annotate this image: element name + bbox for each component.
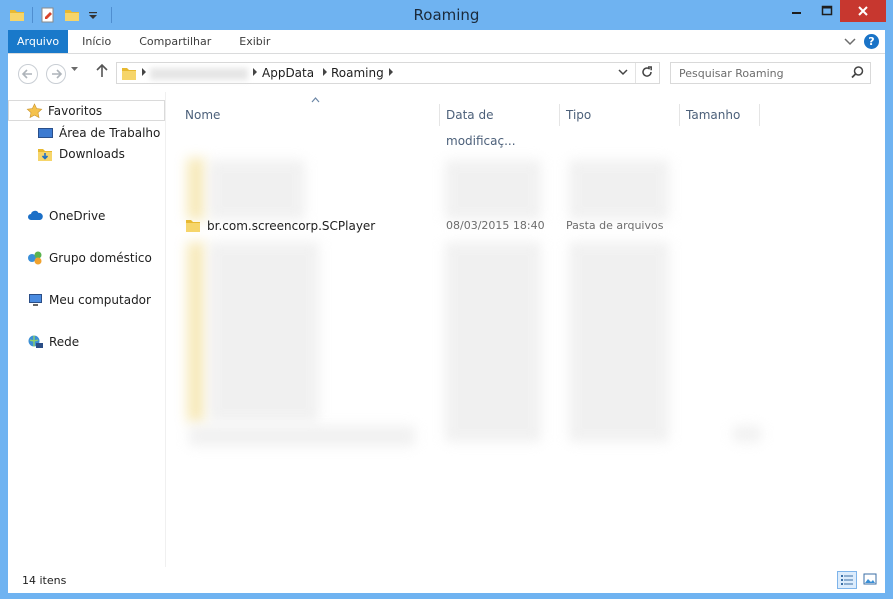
breadcrumb-arrow-icon[interactable]	[388, 67, 394, 79]
maximize-button[interactable]	[814, 0, 840, 22]
star-icon	[26, 102, 43, 119]
help-icon[interactable]: ?	[864, 34, 879, 49]
details-view-button[interactable]	[837, 571, 857, 589]
nav-item-grupo-domestico[interactable]: Grupo doméstico	[27, 247, 152, 268]
search-input[interactable]	[671, 63, 849, 83]
column-header-data[interactable]: Data de modificaç...	[446, 92, 563, 148]
tab-compartilhar[interactable]: Compartilhar	[125, 30, 225, 53]
column-divider[interactable]	[559, 104, 560, 126]
ribbon-controls: ?	[844, 34, 879, 49]
blurred-names	[189, 426, 415, 446]
nav-item-label: Downloads	[59, 146, 125, 161]
nav-item-label: Área de Trabalho	[59, 125, 161, 140]
file-type: Pasta de arquivos	[566, 219, 664, 232]
ribbon-tabs: Arquivo Início Compartilhar Exibir ?	[8, 30, 885, 54]
nav-item-favoritos[interactable]: Favoritos	[8, 100, 165, 121]
forward-button[interactable]	[46, 64, 66, 84]
blurred-names	[209, 160, 305, 220]
blurred-icons	[187, 158, 205, 220]
up-button[interactable]	[95, 62, 109, 84]
search-box[interactable]	[670, 62, 871, 84]
blurred-path-segment	[150, 68, 248, 80]
column-divider[interactable]	[759, 104, 760, 126]
address-dropdown-chevron-icon[interactable]	[617, 66, 629, 81]
column-header-nome[interactable]: Nome	[185, 92, 440, 130]
breadcrumb-roaming[interactable]: Roaming	[331, 66, 384, 80]
status-bar: 14 itens	[8, 567, 885, 593]
window-title: Roaming	[413, 6, 480, 24]
blurred-dates	[445, 242, 541, 442]
large-icons-view-button[interactable]	[861, 571, 881, 589]
navigation-pane: Favoritos Área de Trabalho Downloads One…	[8, 92, 166, 567]
search-icon[interactable]	[850, 65, 865, 83]
blurred-types	[569, 242, 669, 442]
nav-item-label: Grupo doméstico	[49, 250, 152, 265]
downloads-folder-icon	[37, 146, 54, 162]
blurred-names	[209, 242, 319, 422]
nav-item-label: OneDrive	[49, 208, 106, 223]
breadcrumb-appdata[interactable]: AppData	[262, 66, 314, 80]
tab-inicio[interactable]: Início	[68, 30, 125, 53]
column-divider[interactable]	[679, 104, 680, 126]
close-button[interactable]	[840, 0, 886, 22]
tab-exibir[interactable]: Exibir	[225, 30, 284, 53]
breadcrumb-arrow-icon[interactable]	[252, 67, 258, 79]
nav-item-label: Favoritos	[48, 103, 103, 118]
file-list[interactable]: Nome Data de modificaç... Tipo Tamanho b…	[173, 92, 885, 567]
blurred-dates	[445, 160, 541, 220]
minimize-button[interactable]	[780, 0, 814, 22]
nav-item-downloads[interactable]: Downloads	[37, 143, 125, 164]
window-frame: Roaming Arquivo Início Compartilhar Exib…	[0, 0, 893, 599]
item-count: 14 itens	[22, 574, 67, 587]
recent-locations-chevron-icon[interactable]	[70, 65, 79, 75]
computer-icon	[27, 292, 44, 308]
column-divider[interactable]	[439, 104, 440, 126]
column-header-tamanho[interactable]: Tamanho	[686, 92, 766, 130]
expand-ribbon-chevron-icon[interactable]	[844, 35, 856, 49]
nav-item-meu-computador[interactable]: Meu computador	[27, 289, 151, 310]
title-bar[interactable]: Roaming	[0, 0, 893, 30]
nav-item-onedrive[interactable]: OneDrive	[27, 205, 105, 226]
window-client: Arquivo Início Compartilhar Exibir ? App…	[8, 30, 885, 593]
address-row: AppData Roaming	[8, 54, 885, 92]
blurred-types	[569, 160, 669, 220]
nav-item-label: Meu computador	[49, 292, 151, 307]
back-button[interactable]	[18, 64, 38, 84]
refresh-icon[interactable]	[640, 65, 654, 83]
folder-icon	[185, 218, 201, 236]
homegroup-icon	[27, 250, 44, 266]
onedrive-cloud-icon	[27, 208, 44, 224]
breadcrumb-arrow-icon[interactable]	[141, 67, 147, 79]
file-name: br.com.screencorp.SCPlayer	[207, 219, 376, 233]
nav-item-area-de-trabalho[interactable]: Área de Trabalho	[37, 122, 160, 143]
address-separator	[635, 63, 636, 83]
desktop-icon	[37, 125, 54, 141]
nav-item-label: Rede	[49, 334, 80, 349]
column-header-tipo[interactable]: Tipo	[566, 92, 683, 130]
breadcrumb-arrow-icon[interactable]	[322, 67, 328, 79]
nav-item-rede[interactable]: Rede	[27, 331, 79, 352]
tab-arquivo[interactable]: Arquivo	[8, 30, 69, 53]
file-date: 08/03/2015 18:40	[446, 219, 545, 232]
address-bar[interactable]: AppData Roaming	[116, 62, 660, 84]
folder-icon	[121, 66, 137, 84]
table-row[interactable]: br.com.screencorp.SCPlayer 08/03/2015 18…	[185, 216, 665, 236]
network-icon	[27, 334, 44, 350]
blurred-size	[733, 426, 761, 442]
blurred-icons	[187, 242, 205, 422]
